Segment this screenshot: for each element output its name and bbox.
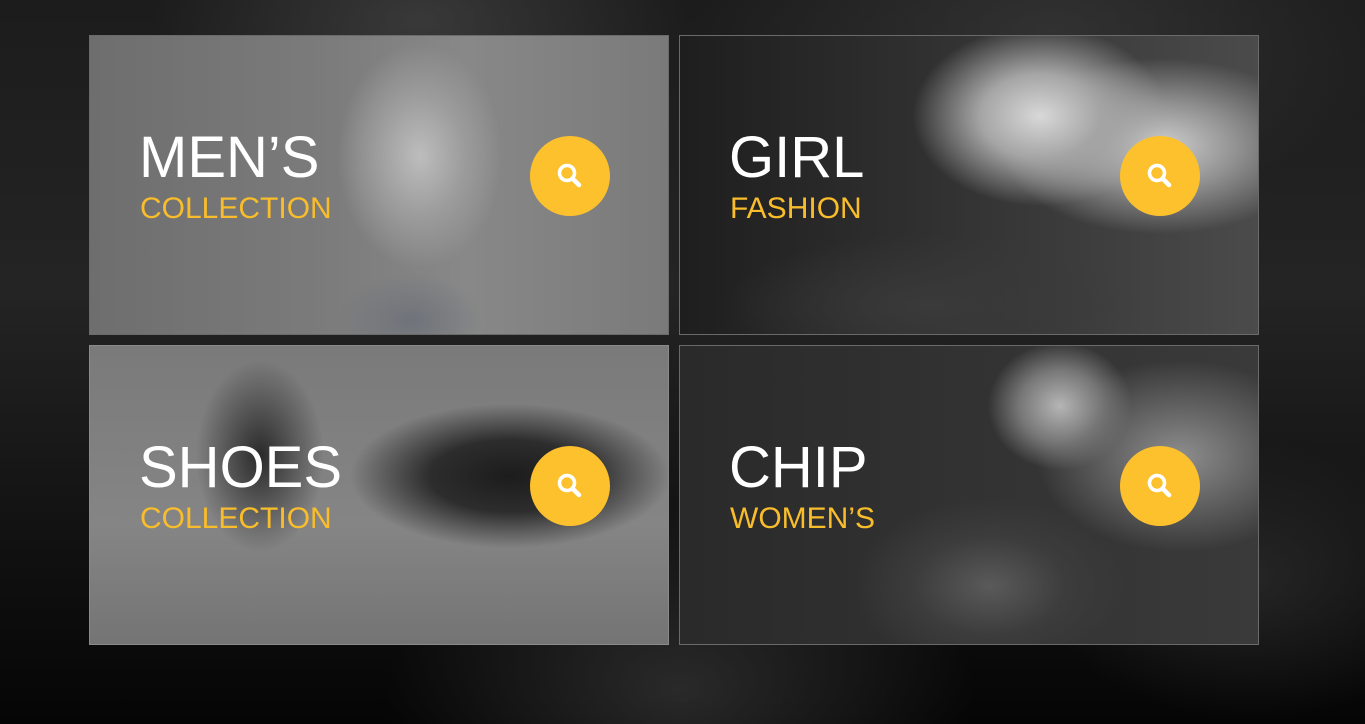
tile-girl-fashion[interactable]: GIRL FASHION [679, 35, 1259, 335]
tile-title: MEN’S [139, 125, 320, 190]
tile-title: SHOES [139, 435, 343, 500]
collection-grid: MEN’S COLLECTION GIRL FASHION SHOES COLL… [89, 35, 1259, 645]
tile-title: GIRL [729, 125, 865, 190]
tile-title: CHIP [729, 435, 868, 500]
tile-mens-collection[interactable]: MEN’S COLLECTION [89, 35, 669, 335]
search-button[interactable] [530, 446, 610, 526]
tile-subtitle: WOMEN’S [730, 502, 875, 535]
tile-shoes-collection[interactable]: SHOES COLLECTION [89, 345, 669, 645]
search-icon [557, 473, 582, 498]
search-button[interactable] [530, 136, 610, 216]
search-button[interactable] [1120, 136, 1200, 216]
tile-subtitle: FASHION [730, 192, 862, 225]
search-icon [1147, 473, 1172, 498]
tile-subtitle: COLLECTION [140, 502, 332, 535]
search-icon [1147, 163, 1172, 188]
search-icon [557, 163, 582, 188]
search-button[interactable] [1120, 446, 1200, 526]
tile-chip-womens[interactable]: CHIP WOMEN’S [679, 345, 1259, 645]
tile-subtitle: COLLECTION [140, 192, 332, 225]
